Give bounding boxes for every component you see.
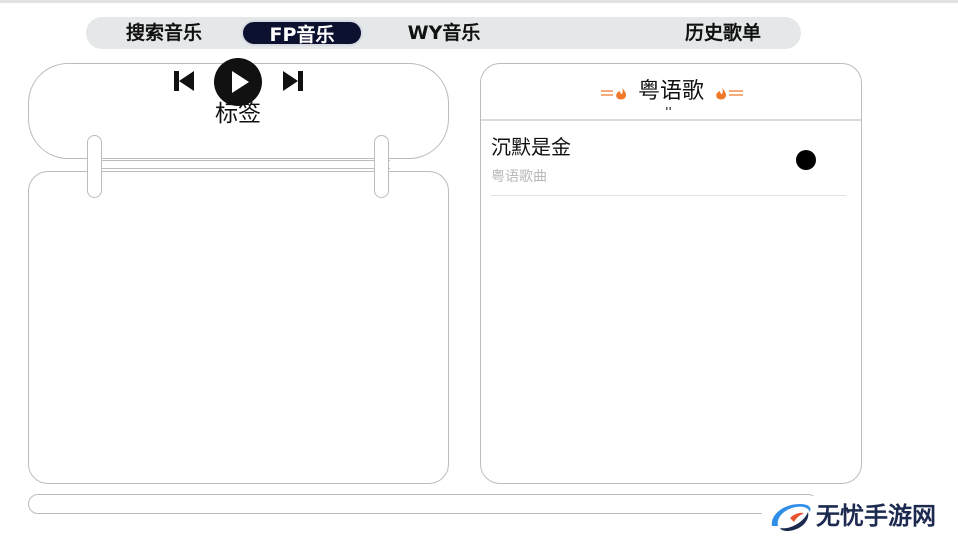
song-indicator-dot[interactable] bbox=[796, 150, 816, 170]
tab-history-playlist[interactable]: 历史歌单 bbox=[678, 20, 768, 46]
tab-bar: 搜索音乐 FP音乐 WY音乐 历史歌单 bbox=[86, 17, 801, 49]
tab-wy-music[interactable]: WY音乐 bbox=[404, 20, 484, 46]
skip-previous-icon[interactable] bbox=[172, 70, 196, 92]
binder-ring-right bbox=[374, 135, 389, 198]
song-subtitle: 粤语歌曲 bbox=[491, 169, 547, 185]
top-divider bbox=[0, 0, 958, 3]
watermark-text: 无忧手游网 bbox=[816, 502, 936, 530]
tag-label: 标签 bbox=[215, 101, 261, 127]
song-list-item[interactable]: 沉默是金 粤语歌曲 bbox=[491, 130, 846, 196]
song-title: 沉默是金 bbox=[491, 135, 571, 159]
playlist-header: 粤语歌 bbox=[481, 64, 861, 121]
play-icon[interactable] bbox=[214, 58, 262, 106]
progress-bar[interactable] bbox=[28, 494, 818, 514]
lyrics-panel bbox=[28, 171, 449, 484]
watermark-logo-icon bbox=[771, 504, 811, 531]
watermark: 无忧手游网 bbox=[762, 496, 958, 536]
tab-search-music[interactable]: 搜索音乐 bbox=[120, 20, 208, 46]
playlist-panel: 粤语歌 沉默是金 粤语歌曲 bbox=[480, 63, 862, 484]
skip-next-icon[interactable] bbox=[281, 70, 305, 92]
header-dots-icon bbox=[666, 107, 671, 110]
binder-ring-left bbox=[87, 135, 102, 198]
binder-bar bbox=[90, 160, 390, 169]
playlist-title: 粤语歌 bbox=[637, 79, 704, 104]
flame-decoration-icon bbox=[716, 88, 743, 100]
tab-fp-music[interactable]: FP音乐 bbox=[241, 20, 363, 46]
